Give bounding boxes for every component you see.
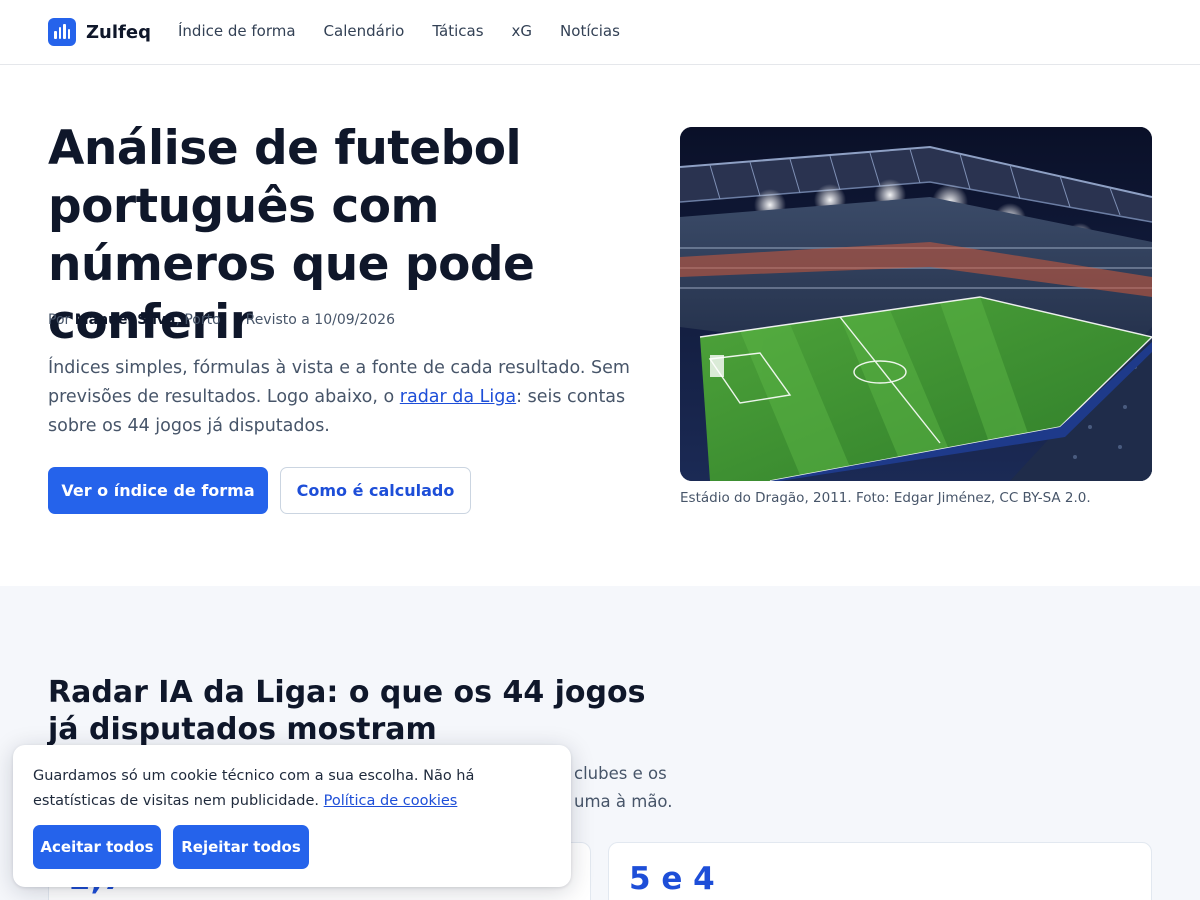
cookie-policy-link[interactable]: Política de cookies bbox=[324, 793, 458, 809]
brand-name: Zulfeq bbox=[86, 21, 151, 43]
radar-link[interactable]: radar da Liga bbox=[400, 387, 516, 407]
how-calculated-button[interactable]: Como é calculado bbox=[280, 467, 471, 514]
author-location: , Porto bbox=[175, 312, 221, 328]
stadium-photo bbox=[680, 127, 1152, 481]
author-name: Manuel Silva bbox=[74, 312, 176, 328]
radar-card: 5 e 4 bbox=[608, 842, 1152, 900]
stadium-illustration bbox=[680, 127, 1152, 481]
main-nav: Índice de forma Calendário Táticas xG No… bbox=[178, 22, 620, 40]
photo-caption: Estádio do Dragão, 2011. Foto: Edgar Jim… bbox=[680, 490, 1091, 506]
hero-lead: Índices simples, fórmulas à vista e a fo… bbox=[48, 354, 638, 441]
cookie-text: Guardamos só um cookie técnico com a sua… bbox=[33, 764, 553, 814]
byline: Por Manuel Silva, Porto Revisto a 10/09/… bbox=[48, 312, 395, 328]
view-form-index-button[interactable]: Ver o índice de forma bbox=[48, 467, 268, 514]
reject-all-button[interactable]: Rejeitar todos bbox=[173, 825, 309, 869]
cookie-banner: Guardamos só um cookie técnico com a sua… bbox=[13, 745, 571, 887]
brand-logo[interactable]: Zulfeq bbox=[48, 18, 151, 46]
radar-title: Radar IA da Liga: o que os 44 jogos já d… bbox=[48, 675, 646, 747]
accept-all-button[interactable]: Aceitar todos bbox=[33, 825, 161, 869]
byline-prefix: Por bbox=[48, 312, 71, 328]
radar-card-value: 5 e 4 bbox=[629, 861, 715, 897]
revised-date: Revisto a 10/09/2026 bbox=[245, 312, 395, 328]
radar-lead-line-2: uma à mão. bbox=[574, 792, 673, 811]
nav-item-noticias[interactable]: Notícias bbox=[560, 22, 620, 40]
site-header: Zulfeq Índice de forma Calendário Tática… bbox=[0, 0, 1200, 65]
nav-item-calendario[interactable]: Calendário bbox=[324, 22, 405, 40]
radar-lead-line-1: clubes e os bbox=[574, 764, 667, 783]
nav-item-indice-de-forma[interactable]: Índice de forma bbox=[178, 22, 296, 40]
bar-chart-icon bbox=[48, 18, 76, 46]
nav-item-taticas[interactable]: Táticas bbox=[432, 22, 483, 40]
nav-item-xg[interactable]: xG bbox=[512, 22, 533, 40]
